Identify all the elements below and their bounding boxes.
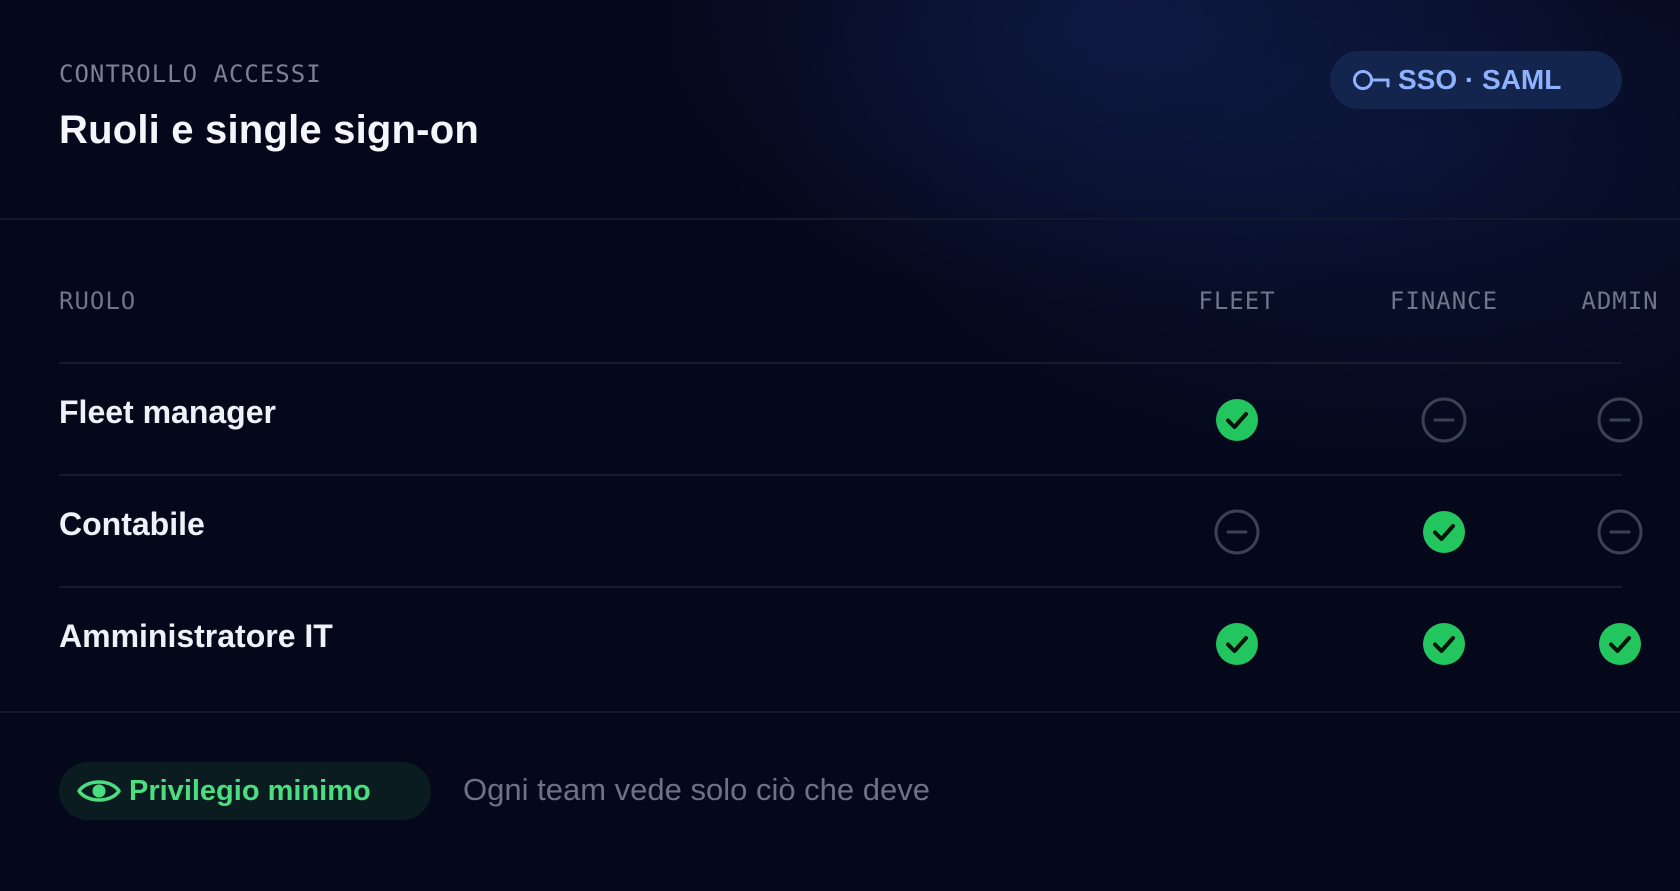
denied-icon	[1597, 397, 1643, 443]
table-row: Fleet manager	[59, 364, 1643, 476]
page-title: Ruoli e single sign-on	[59, 108, 479, 152]
footer-divider	[0, 711, 1680, 713]
check-icon	[1421, 509, 1467, 555]
least-privilege-label: Privilegio minimo	[129, 774, 371, 807]
table-header: RUOLO FLEET FINANCE ADMIN	[59, 250, 1658, 364]
table-row: Contabile	[59, 476, 1643, 588]
least-privilege-pill: Privilegio minimo	[59, 762, 431, 820]
role-name: Fleet manager	[59, 394, 276, 430]
column-header-admin: ADMIN	[1581, 287, 1659, 315]
check-icon	[1421, 621, 1467, 667]
header: CONTROLLO ACCESSI Ruoli e single sign-on…	[0, 0, 1680, 220]
denied-icon	[1597, 509, 1643, 555]
sso-badge-label: SSO · SAML	[1398, 64, 1562, 95]
role-name: Amministratore IT	[59, 618, 333, 654]
key-icon	[1352, 65, 1394, 95]
column-header-fleet: FLEET	[1198, 287, 1276, 315]
column-header-finance: FINANCE	[1389, 287, 1499, 315]
sso-badge: SSO · SAML	[1330, 51, 1622, 109]
eye-icon	[77, 776, 121, 806]
section-eyebrow: CONTROLLO ACCESSI	[59, 60, 322, 88]
roles-table: RUOLO FLEET FINANCE ADMIN Fleet manager C…	[59, 250, 1658, 698]
check-icon	[1214, 397, 1260, 443]
check-icon	[1214, 621, 1260, 667]
denied-icon	[1421, 397, 1467, 443]
column-header-role: RUOLO	[59, 287, 137, 315]
table-row: Amministratore IT	[59, 588, 1641, 698]
check-icon	[1597, 621, 1643, 667]
role-name: Contabile	[59, 506, 205, 542]
denied-icon	[1214, 509, 1260, 555]
footer-note: Ogni team vede solo ciò che deve	[463, 772, 930, 807]
